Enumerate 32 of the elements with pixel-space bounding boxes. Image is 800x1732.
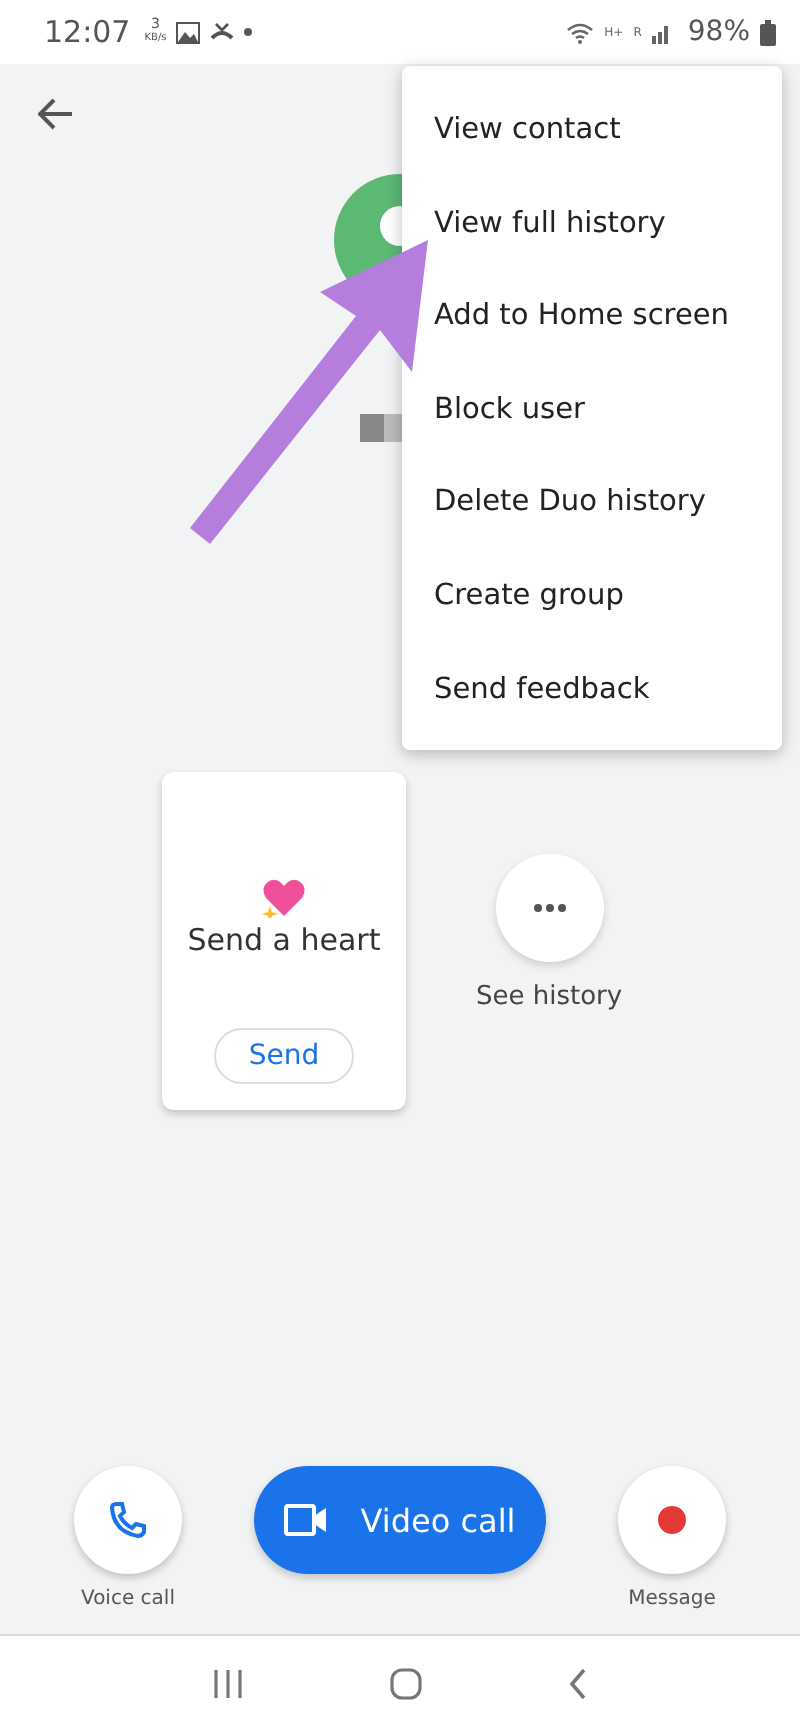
back-icon[interactable] — [38, 98, 74, 130]
see-history-label: See history — [476, 982, 623, 1012]
message-button[interactable] — [618, 1466, 726, 1574]
missed-call-icon — [210, 22, 235, 42]
status-time: 12:07 — [44, 14, 131, 50]
menu-item[interactable]: View contact — [434, 84, 621, 178]
video-call-button[interactable]: Video call — [254, 1466, 546, 1574]
home-icon[interactable] — [389, 1668, 422, 1700]
action-label: Message — [628, 1588, 716, 1610]
battery-level: 98% — [687, 16, 750, 48]
menu-item[interactable]: Delete Duo history — [434, 456, 706, 550]
menu-item[interactable]: Send feedback — [434, 643, 650, 737]
menu-item[interactable]: Create group — [434, 549, 624, 644]
record-icon — [658, 1506, 686, 1534]
signal-icon — [651, 21, 672, 43]
voice-call-button[interactable] — [74, 1466, 182, 1574]
send-button[interactable]: Send — [214, 1028, 354, 1084]
heart-icon — [262, 878, 306, 918]
menu-item[interactable]: Add to Home screen — [434, 270, 729, 364]
card-title: Send a heart — [187, 922, 381, 958]
video-camera-icon — [284, 1504, 329, 1536]
back-nav-icon[interactable] — [567, 1668, 588, 1700]
recents-icon[interactable] — [212, 1670, 245, 1698]
more-icon — [533, 904, 566, 912]
wifi-icon — [566, 21, 595, 43]
phone-icon — [108, 1500, 148, 1540]
battery-icon — [760, 19, 776, 45]
notification-dot-icon — [244, 28, 253, 36]
image-icon — [176, 21, 201, 43]
menu-item[interactable]: View full history — [434, 177, 666, 271]
menu-item[interactable]: Block user — [434, 363, 585, 457]
action-label: Voice call — [81, 1588, 175, 1610]
